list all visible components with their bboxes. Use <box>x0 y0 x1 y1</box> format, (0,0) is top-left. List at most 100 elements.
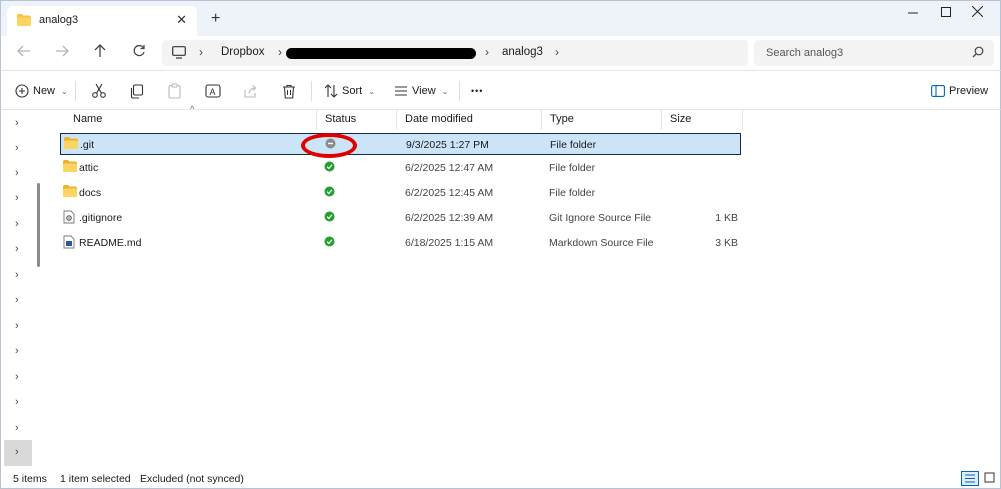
chevron-down-icon: ⌄ <box>61 86 68 96</box>
file-date: 6/2/2025 12:47 AM <box>405 162 494 174</box>
file-size: 1 KB <box>715 212 738 224</box>
trash-icon <box>283 84 295 99</box>
file-name: attic <box>79 162 99 174</box>
file-name: .git <box>80 139 95 151</box>
file-size: 3 KB <box>715 237 738 249</box>
chevron-right-icon: › <box>555 45 559 59</box>
tab-analog3[interactable]: analog3 ✕ <box>7 6 197 37</box>
view-button[interactable]: View ⌄ <box>394 81 448 101</box>
list-view-icon <box>395 86 407 96</box>
tiles-view-button[interactable] <box>982 471 1000 486</box>
expand-chevron-icon[interactable]: › <box>15 243 19 255</box>
sync-status-text: Excluded (not synced) <box>140 473 244 485</box>
column-header-name[interactable]: Name <box>65 110 317 130</box>
synced-status-icon <box>324 236 335 250</box>
forward-button[interactable] <box>53 44 71 62</box>
cut-button[interactable] <box>91 81 107 101</box>
tab-title: analog3 <box>39 14 79 26</box>
close-window-button[interactable] <box>967 5 987 20</box>
expand-chevron-icon[interactable]: › <box>15 345 19 357</box>
monitor-icon <box>172 46 186 62</box>
expand-chevron-icon[interactable]: › <box>15 371 19 383</box>
new-tab-button[interactable]: + <box>211 10 220 28</box>
chevron-down-icon: ⌄ <box>368 86 375 96</box>
new-button[interactable]: New ⌄ <box>15 81 68 101</box>
refresh-button[interactable] <box>130 44 148 62</box>
chevron-right-icon: › <box>199 45 203 59</box>
sort-button[interactable]: Sort ⌄ <box>324 81 375 101</box>
preview-button[interactable]: Preview <box>931 81 988 101</box>
command-bar: New ⌄ A Sort ⌄ View ⌄ ••• Preview <box>0 70 1001 110</box>
clipboard-icon <box>168 83 181 99</box>
expand-chevron-icon[interactable]: › <box>15 218 19 230</box>
expand-chevron-icon[interactable]: › <box>15 320 19 332</box>
nav-item-hovered[interactable]: › <box>4 440 32 466</box>
preview-pane-icon <box>931 85 945 97</box>
expand-chevron-icon[interactable]: › <box>15 294 19 306</box>
search-box[interactable] <box>754 40 994 66</box>
file-type: Git Ignore Source File <box>549 212 652 224</box>
view-label: View <box>412 85 436 97</box>
expand-chevron-icon[interactable]: › <box>15 422 19 434</box>
expand-chevron-icon[interactable]: › <box>15 167 19 179</box>
sort-icon <box>324 84 338 98</box>
chevron-right-icon: › <box>278 45 282 59</box>
expand-chevron-icon[interactable]: › <box>15 117 19 129</box>
toolbar-divider <box>311 81 312 101</box>
share-button[interactable] <box>243 81 258 101</box>
new-label: New <box>33 85 56 97</box>
back-button[interactable] <box>15 44 33 62</box>
document-icon <box>63 235 75 252</box>
file-list: ^ Name Status Date modified Type Size .g… <box>40 104 1001 468</box>
column-header-date[interactable]: Date modified <box>397 110 542 130</box>
column-header-size[interactable]: Size <box>662 110 743 130</box>
maximize-button[interactable] <box>936 5 956 20</box>
expand-chevron-icon[interactable]: › <box>15 269 19 281</box>
copy-icon <box>130 83 144 99</box>
column-header-type[interactable]: Type <box>542 110 662 130</box>
file-row-gitignore[interactable]: .gitignore 6/2/2025 12:39 AM Git Ignore … <box>60 207 741 229</box>
tab-close-icon[interactable]: ✕ <box>176 12 187 28</box>
item-count: 5 items <box>13 473 47 485</box>
minimize-button[interactable] <box>903 5 923 20</box>
copy-button[interactable] <box>129 81 144 101</box>
up-button[interactable] <box>91 44 109 62</box>
breadcrumb-analog3[interactable]: analog3 <box>502 46 543 58</box>
file-row-attic[interactable]: attic 6/2/2025 12:47 AM File folder <box>60 157 741 179</box>
chevron-right-icon: › <box>485 45 489 59</box>
sort-label: Sort <box>342 85 363 97</box>
more-icon: ••• <box>471 86 484 96</box>
expand-chevron-icon: › <box>15 446 19 458</box>
paste-button[interactable] <box>167 81 182 101</box>
expand-chevron-icon[interactable]: › <box>15 192 19 204</box>
scissors-icon <box>92 83 106 98</box>
share-icon <box>244 84 257 98</box>
chevron-down-icon: ⌄ <box>441 86 449 96</box>
preview-label: Preview <box>949 85 989 97</box>
details-view-button[interactable] <box>961 471 979 486</box>
delete-button[interactable] <box>282 81 296 101</box>
file-date: 6/18/2025 1:15 AM <box>405 237 494 249</box>
column-header-status[interactable]: Status <box>317 110 397 130</box>
file-row-git[interactable]: .git 9/3/2025 1:27 PM File folder <box>60 133 741 155</box>
selection-count: 1 item selected <box>60 473 131 485</box>
synced-status-icon <box>324 161 335 175</box>
file-type: File folder <box>549 187 596 199</box>
details-view-icon <box>965 474 975 483</box>
file-row-docs[interactable]: docs 6/2/2025 12:45 AM File folder <box>60 182 741 204</box>
expand-chevron-icon[interactable]: › <box>15 396 19 408</box>
navigation-pane: › › › › › › › › › › › › › › <box>0 110 34 468</box>
tiles-view-icon <box>984 472 995 483</box>
more-options-button[interactable]: ••• <box>471 81 483 101</box>
expand-chevron-icon[interactable]: › <box>15 142 19 154</box>
file-date: 9/3/2025 1:27 PM <box>406 139 489 151</box>
file-type: Markdown Source File <box>549 237 654 249</box>
file-row-readme[interactable]: README.md 6/18/2025 1:15 AM Markdown Sou… <box>60 232 741 254</box>
refresh-icon <box>133 44 145 57</box>
rename-button[interactable]: A <box>205 81 221 101</box>
breadcrumb-dropbox[interactable]: Dropbox <box>221 46 264 58</box>
breadcrumb[interactable]: › Dropbox › › analog3 › <box>162 40 748 66</box>
file-name: README.md <box>79 237 142 249</box>
search-input[interactable] <box>754 40 994 66</box>
arrow-up-icon <box>94 44 106 57</box>
